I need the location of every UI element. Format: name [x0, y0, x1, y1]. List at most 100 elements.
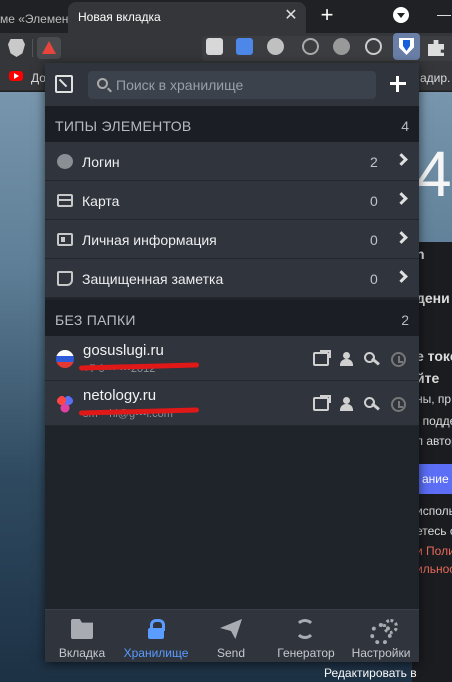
vault-item-gosuslugi[interactable]: gosuslugi.ru +7 9••• •••2012 [45, 336, 419, 381]
type-label: Карта [82, 193, 120, 209]
extension-3-icon[interactable] [267, 38, 284, 55]
tab-strip: ме «Элемент Новая вкладка ✕ + [0, 0, 452, 33]
lock-icon [145, 619, 167, 639]
clock-icon[interactable] [391, 397, 406, 412]
background-card-text: дени [416, 290, 450, 306]
bookmark-label[interactable]: До [31, 71, 46, 85]
extension-4-icon[interactable] [302, 38, 319, 55]
browser-window: ме «Элемент Новая вкладка ✕ + До адир. 4… [0, 0, 452, 682]
youtube-icon[interactable] [9, 71, 23, 81]
chevron-right-icon [395, 231, 408, 244]
tab-inactive[interactable]: ме «Элемент [0, 4, 68, 33]
edit-link[interactable]: Редактировать в [324, 666, 417, 680]
background-card-text: ание R [416, 464, 452, 494]
background-card-text: йте [416, 370, 440, 386]
no-folder-header-label: БЕЗ ПАПКИ [55, 312, 136, 328]
type-count: 0 [370, 232, 378, 248]
tab-vault[interactable]: Хранилище [119, 610, 193, 663]
background-card-text: л автор [416, 434, 452, 448]
brave-shield-icon[interactable] [8, 39, 25, 57]
bitwarden-popup: ТИПЫ ЭЛЕМЕНТОВ 4 Логин 2 Карта 0 Личная … [45, 63, 419, 662]
types-header-count: 4 [401, 118, 409, 134]
background-card-text: и Поли [416, 544, 452, 558]
toolbar-divider [32, 39, 33, 57]
tab-settings[interactable]: Настройки [344, 610, 418, 663]
background-card-text: етесь с [416, 524, 452, 538]
note-icon [57, 271, 73, 286]
send-icon [220, 619, 242, 639]
browser-toolbar [0, 33, 452, 63]
globe-extension-icon[interactable] [365, 38, 382, 55]
sync-icon [295, 619, 315, 639]
types-section-header: ТИПЫ ЭЛЕМЕНТОВ 4 [45, 106, 419, 142]
minimize-icon[interactable] [437, 15, 451, 16]
type-label: Логин [82, 154, 120, 170]
tab-label: Вкладка [58, 646, 106, 660]
chevron-right-icon [395, 192, 408, 205]
popup-header [45, 63, 419, 106]
types-header-label: ТИПЫ ЭЛЕМЕНТОВ [55, 118, 192, 134]
tab-generator[interactable]: Генератор [269, 610, 343, 663]
background-card-text: исполь [416, 504, 452, 518]
background-card-text: ильност [416, 562, 452, 576]
search-icon [97, 78, 108, 89]
close-tab-icon[interactable]: ✕ [282, 7, 300, 25]
bitwarden-extension-icon[interactable] [393, 33, 420, 60]
copy-password-icon[interactable] [364, 352, 380, 366]
russia-flag-icon [56, 350, 74, 368]
bitwarden-shield-icon [399, 38, 414, 55]
bookmark-label-right[interactable]: адир. [420, 71, 450, 85]
extension-1-icon[interactable] [206, 38, 223, 55]
google-translate-icon[interactable] [236, 38, 253, 55]
copy-password-icon[interactable] [364, 397, 380, 411]
no-folder-header-count: 2 [401, 312, 409, 328]
vault-item-netology[interactable]: netology.ru sm•••hi@g•••l.com [45, 381, 419, 426]
credit-card-icon [57, 194, 73, 207]
extension-5-icon[interactable] [333, 38, 350, 55]
clock-icon[interactable] [391, 352, 406, 367]
launch-icon[interactable] [313, 395, 331, 411]
tab-label: Send [216, 646, 246, 660]
tab-label: Хранилище [123, 646, 189, 660]
tab-label: Генератор [277, 646, 335, 660]
type-count: 2 [370, 154, 378, 170]
no-folder-section-header: БЕЗ ПАПКИ 2 [45, 300, 419, 336]
item-name: netology.ru [83, 387, 157, 404]
background-card-text: е токе [416, 348, 452, 364]
tab-label: Настройки [351, 646, 411, 660]
launch-icon[interactable] [313, 350, 331, 366]
copy-username-icon[interactable] [339, 352, 355, 366]
gears-icon [370, 619, 398, 645]
chevron-right-icon [395, 270, 408, 283]
type-count: 0 [370, 271, 378, 287]
clock-widget: 45 [416, 138, 452, 210]
background-card-text: ны, пр [416, 392, 452, 406]
tab-send[interactable]: Send [194, 610, 268, 663]
globe-icon [57, 154, 73, 169]
type-count: 0 [370, 193, 378, 209]
popup-tab-bar: Вкладка Хранилище Send Генератор Настрой… [45, 609, 419, 662]
add-item-button[interactable] [386, 72, 410, 96]
tab-tab[interactable]: Вкладка [45, 610, 119, 663]
brave-rewards-icon[interactable] [37, 37, 61, 59]
copy-username-icon[interactable] [339, 397, 355, 411]
netology-icon [56, 395, 74, 413]
type-row-secure-note[interactable]: Защищенная заметка 0 [45, 259, 419, 298]
folder-icon [71, 619, 93, 639]
tab-search-icon[interactable] [393, 7, 409, 23]
type-label: Личная информация [82, 232, 217, 248]
background-card-text: , подде [416, 414, 452, 428]
chevron-right-icon [395, 153, 408, 166]
empty-area [45, 429, 419, 611]
type-row-login[interactable]: Логин 2 [45, 142, 419, 181]
type-row-card[interactable]: Карта 0 [45, 181, 419, 220]
tab-title: Новая вкладка [78, 10, 161, 24]
type-row-identity[interactable]: Личная информация 0 [45, 220, 419, 259]
popout-icon[interactable] [55, 75, 73, 93]
item-name: gosuslugi.ru [83, 342, 164, 359]
search-input[interactable] [116, 71, 371, 99]
search-box [88, 71, 376, 99]
tab-active[interactable]: Новая вкладка ✕ [68, 2, 306, 33]
new-tab-button[interactable]: + [316, 4, 338, 26]
id-card-icon [57, 233, 73, 246]
